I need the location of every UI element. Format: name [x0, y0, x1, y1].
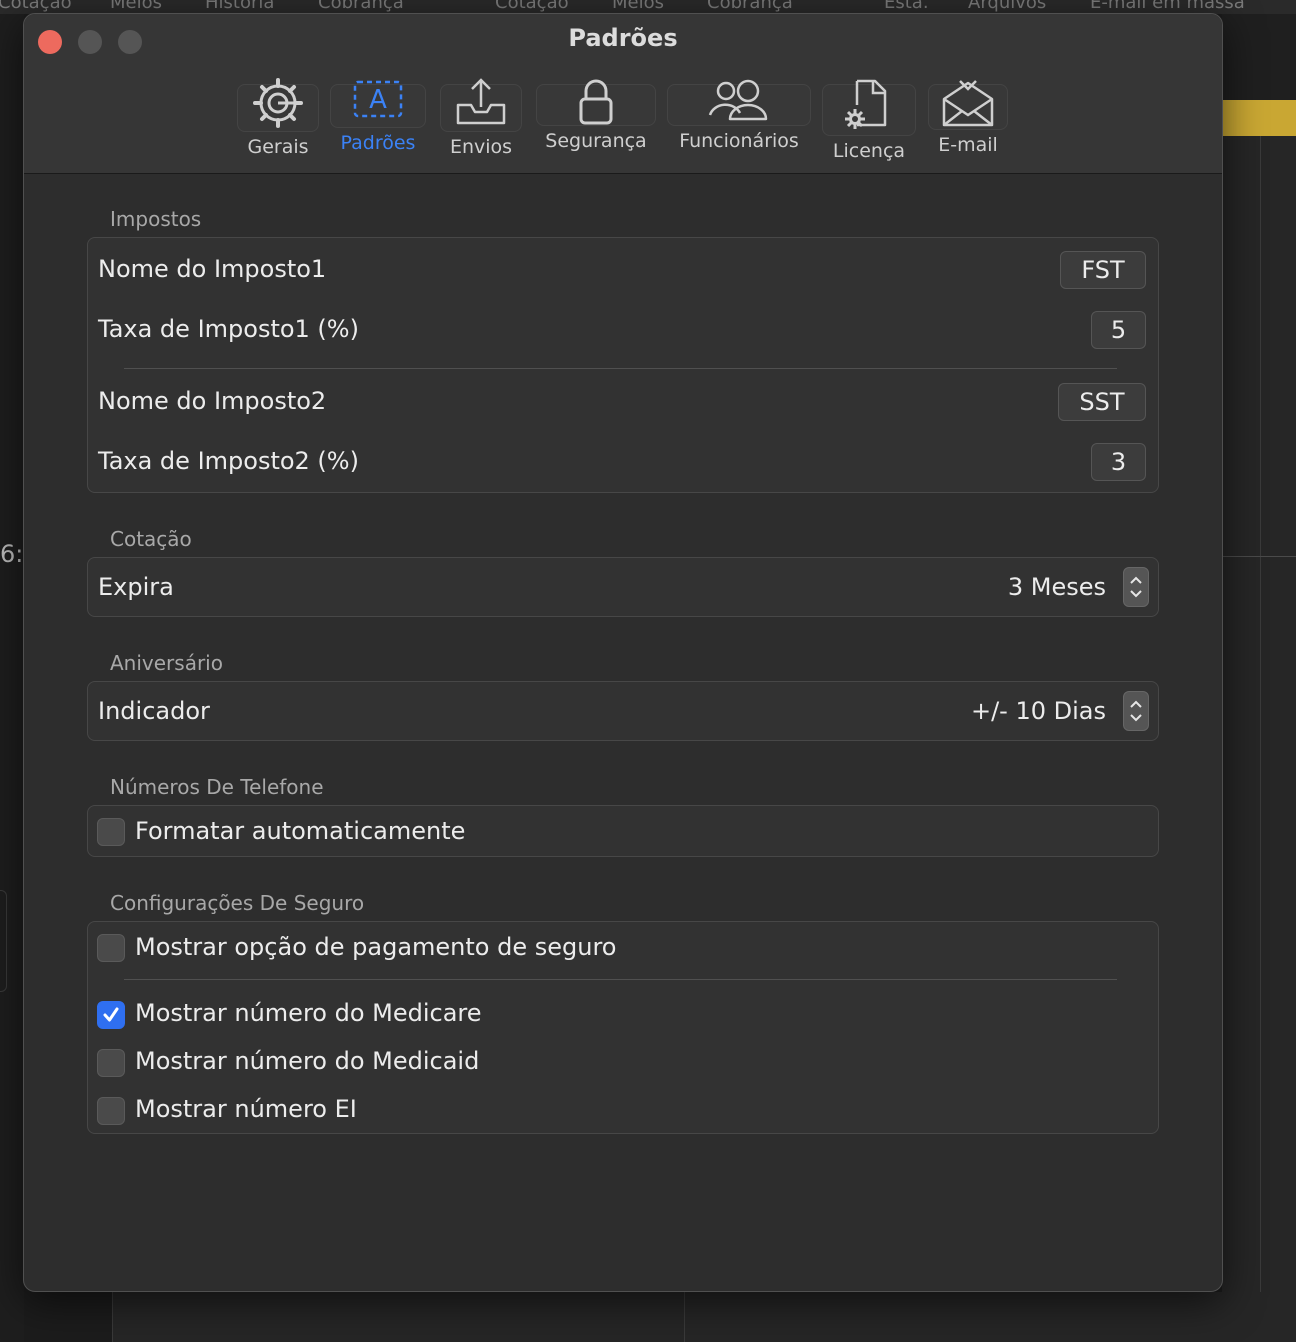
chevron-up-down-icon: [1130, 700, 1142, 722]
tax2-rate-label: Taxa de Imposto2 (%): [98, 447, 359, 475]
auto-format-checkbox[interactable]: [97, 818, 125, 846]
tab-label: Envios: [449, 136, 513, 158]
tab-padroes[interactable]: A Padrões: [330, 80, 426, 154]
quote-group: Expira 3 Meses: [87, 557, 1159, 617]
tab-label: Padrões: [340, 132, 416, 154]
background-text: 6:: [0, 540, 24, 568]
taxes-group: Nome do Imposto1 FST Taxa de Imposto1 (%…: [87, 237, 1159, 493]
section-title-aniversario: Aniversário: [110, 651, 223, 675]
checkmark-icon: [103, 1007, 119, 1022]
background-tab: Meios: [110, 0, 162, 13]
background-divider: [684, 1292, 685, 1342]
background-tab: Cobrança: [318, 0, 404, 13]
lock-icon: [579, 79, 613, 125]
indicator-value: +/- 10 Dias: [970, 697, 1106, 725]
tray-upload-icon: [456, 78, 506, 125]
divider: [124, 979, 1117, 980]
window-title: Padrões: [568, 24, 678, 52]
tab-gerais[interactable]: Gerais: [236, 78, 320, 158]
tax1-rate-input[interactable]: 5: [1091, 311, 1146, 349]
birthday-group: Indicador +/- 10 Dias: [87, 681, 1159, 741]
tax2-name-label: Nome do Imposto2: [98, 387, 327, 415]
tab-label: Funcionários: [679, 130, 799, 152]
ei-number-label[interactable]: Mostrar número EI: [135, 1095, 357, 1123]
section-title-telefone: Números De Telefone: [110, 775, 324, 799]
background-tab: Arquivos: [968, 0, 1047, 13]
window-toolbar: Padrões Gerais A Padrões Envios Seguranç…: [24, 14, 1222, 174]
background-tab: Cobrança: [707, 0, 793, 13]
background-left-panel: [0, 14, 24, 1342]
envelope-icon: [942, 80, 994, 127]
background-tab: História: [205, 0, 275, 13]
document-gear-icon: [845, 79, 887, 129]
divider: [124, 368, 1117, 369]
text-a-icon: A: [353, 80, 403, 118]
preferences-window: Padrões Gerais A Padrões Envios Seguranç…: [23, 13, 1223, 1292]
tab-label: Segurança: [545, 130, 647, 152]
background-divider: [1222, 556, 1296, 557]
tax1-name-input[interactable]: FST: [1060, 251, 1146, 289]
tab-licenca[interactable]: Licença: [821, 79, 917, 162]
background-fragment: [0, 890, 7, 992]
tax1-name-label: Nome do Imposto1: [98, 255, 327, 283]
medicaid-checkbox[interactable]: [97, 1049, 125, 1077]
medicare-label[interactable]: Mostrar número do Medicare: [135, 999, 482, 1027]
section-title-impostos: Impostos: [110, 207, 202, 231]
indicator-stepper[interactable]: [1123, 691, 1149, 731]
section-title-cotacao: Cotação: [110, 527, 192, 551]
expires-label: Expira: [98, 573, 174, 601]
tab-label: Licença: [832, 140, 906, 162]
insurance-group: Mostrar opção de pagamento de seguro Mos…: [87, 921, 1159, 1134]
expires-stepper[interactable]: [1123, 567, 1149, 607]
insurance-payment-label[interactable]: Mostrar opção de pagamento de seguro: [135, 933, 616, 961]
tab-label: E-mail: [938, 134, 998, 156]
background-header: [1222, 14, 1296, 100]
background-tab: Meios: [612, 0, 664, 13]
chevron-up-down-icon: [1130, 576, 1142, 598]
tab-seguranca[interactable]: Segurança: [534, 79, 658, 152]
section-title-seguro: Configurações De Seguro: [110, 891, 365, 915]
gear-icon: [253, 78, 303, 128]
background-tab: Cotação: [0, 0, 72, 13]
background-tab: Esta.: [884, 0, 929, 13]
auto-format-label[interactable]: Formatar automaticamente: [135, 817, 465, 845]
medicare-checkbox[interactable]: [97, 1001, 125, 1029]
tab-funcionarios[interactable]: Funcionários: [667, 79, 811, 152]
tax2-name-input[interactable]: SST: [1058, 383, 1146, 421]
background-tab-bar: Cotação Meios História Cobrança Cotação …: [0, 0, 1296, 14]
background-panel: [1222, 14, 1296, 1342]
people-icon: [708, 79, 768, 121]
background-highlight-bar: [1222, 100, 1296, 136]
insurance-payment-checkbox[interactable]: [97, 934, 125, 962]
phone-group: Formatar automaticamente: [87, 805, 1159, 857]
medicaid-label[interactable]: Mostrar número do Medicaid: [135, 1047, 479, 1075]
tax2-rate-input[interactable]: 3: [1091, 443, 1146, 481]
background-bottom-panel: [112, 1292, 1296, 1342]
expires-value: 3 Meses: [1007, 573, 1106, 601]
tax1-rate-label: Taxa de Imposto1 (%): [98, 315, 359, 343]
svg-text:A: A: [369, 85, 387, 115]
background-divider: [1260, 136, 1261, 1342]
ei-number-checkbox[interactable]: [97, 1097, 125, 1125]
background-tab: E-mail em massa: [1090, 0, 1245, 13]
tab-email[interactable]: E-mail: [927, 80, 1009, 156]
tab-label: Gerais: [247, 136, 309, 158]
indicator-label: Indicador: [98, 697, 210, 725]
background-tab: Cotação: [495, 0, 569, 13]
tab-envios[interactable]: Envios: [439, 78, 523, 158]
